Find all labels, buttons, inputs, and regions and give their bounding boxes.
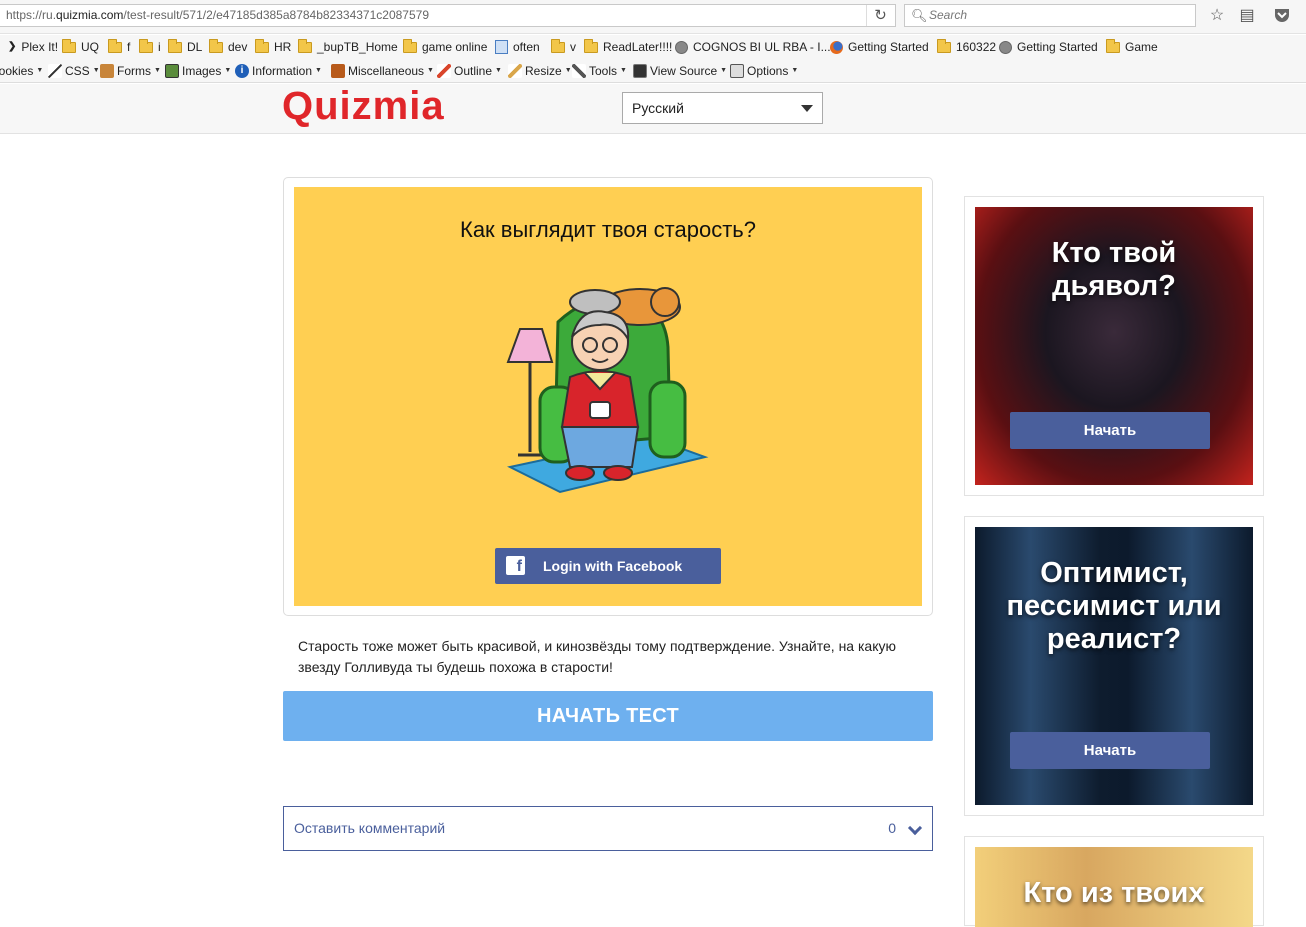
folder-icon	[168, 38, 182, 53]
bookmark-item[interactable]: Game	[1106, 35, 1158, 59]
facebook-icon: f	[506, 556, 525, 575]
web-developer-toolbar: Cookies▼ CSS▼ Forms▼ Images▼ iInformatio…	[0, 59, 1306, 83]
folder-icon	[584, 38, 598, 53]
dropdown-caret-icon	[801, 105, 813, 112]
folder-icon	[298, 38, 312, 53]
search-input[interactable]: 🔍︎ Search	[904, 4, 1196, 27]
webdev-menu-forms[interactable]: Forms ▼	[100, 59, 161, 83]
sidebar-quiz-image: Кто твой дьявол? Начать	[975, 207, 1253, 485]
site-logo[interactable]: Quizmia	[282, 84, 445, 128]
sidebar-start-button[interactable]: Начать	[1010, 732, 1210, 769]
chevron-down-icon	[907, 820, 923, 836]
bookmark-item[interactable]: often	[495, 35, 540, 59]
globe-icon	[999, 40, 1012, 54]
bookmark-item[interactable]: dev	[209, 35, 247, 59]
webdev-menu-images[interactable]: Images ▼	[165, 59, 231, 83]
comments-toggle[interactable]: Оставить комментарий 0	[283, 806, 933, 851]
address-bar[interactable]: https://ru.quizmia.com/test-result/571/2…	[0, 4, 896, 27]
folder-icon	[255, 38, 269, 53]
facebook-login-button[interactable]: f Login with Facebook	[495, 548, 721, 584]
sidebar-quiz-title: Кто твой дьявол?	[1051, 237, 1177, 302]
comments-label: Оставить комментарий	[294, 820, 446, 836]
folder-icon	[403, 38, 417, 53]
browser-toolbar: https://ru.quizmia.com/test-result/571/2…	[0, 0, 1306, 34]
grandmother-illustration	[506, 287, 709, 494]
reload-icon[interactable]: ↻	[866, 5, 894, 26]
search-icon: 🔍︎	[911, 8, 928, 23]
folder-icon	[139, 38, 153, 53]
folder-icon	[1106, 38, 1120, 53]
webdev-menu-miscellaneous[interactable]: Miscellaneous ▼	[331, 59, 434, 83]
tools-icon	[572, 64, 586, 78]
quiz-title: Как выглядит твоя старость?	[460, 217, 756, 242]
webdev-menu-cookies[interactable]: Cookies▼	[0, 59, 43, 83]
chevron-icon: ❯	[8, 41, 17, 52]
pocket-icon[interactable]	[1272, 6, 1292, 26]
bookmark-item[interactable]: COGNOS BI UL RBA - I...	[675, 35, 831, 59]
bookmark-item[interactable]: UQ	[62, 35, 99, 59]
folder-icon	[62, 38, 76, 53]
bookmark-star-icon[interactable]: ☆	[1207, 6, 1227, 26]
comments-count: 0	[888, 820, 896, 836]
clipboard-icon	[100, 64, 114, 78]
globe-icon	[675, 40, 688, 54]
sidebar-quiz-card[interactable]: Кто из твоих	[964, 836, 1264, 927]
folder-icon	[108, 38, 122, 53]
webdev-menu-tools[interactable]: Tools ▼	[572, 59, 627, 83]
pencil-icon	[437, 64, 451, 78]
bookmark-item[interactable]: Getting Started	[830, 35, 929, 59]
bookmark-item[interactable]: 160322	[937, 35, 996, 59]
info-icon: i	[235, 64, 249, 78]
sidebar-quiz-title: Кто из твоих	[1023, 877, 1205, 909]
bookmark-item[interactable]: game online	[403, 35, 487, 59]
book-icon	[331, 64, 345, 78]
bookmark-item[interactable]: _bupTB_Home	[298, 35, 398, 59]
bookmark-item[interactable]: v	[551, 35, 576, 59]
folder-icon	[937, 38, 951, 53]
bookmark-item[interactable]: ❯ Plex It!	[8, 35, 58, 59]
quiz-banner: Как выглядит твоя старость? f Login with…	[294, 187, 922, 606]
language-select[interactable]: Русский	[622, 92, 823, 124]
sidebar-quiz-image: Оптимист, пессимист или реалист? Начать	[975, 527, 1253, 805]
sidebar-quiz-card[interactable]: Оптимист, пессимист или реалист? Начать	[964, 516, 1264, 816]
bookmark-item[interactable]: HR	[255, 35, 291, 59]
webdev-menu-resize[interactable]: Resize ▼	[508, 59, 572, 83]
webdev-menu-css[interactable]: CSS ▼	[48, 59, 100, 83]
ruler-icon	[508, 64, 522, 78]
image-icon	[165, 64, 179, 78]
bookmark-item[interactable]: i	[139, 35, 161, 59]
monitor-icon	[633, 64, 647, 78]
wand-icon	[48, 64, 62, 78]
sidebar-quiz-card[interactable]: Кто твой дьявол? Начать	[964, 196, 1264, 496]
bookmark-item[interactable]: f	[108, 35, 130, 59]
webdev-menu-options[interactable]: Options ▼	[730, 59, 798, 83]
bookmark-item[interactable]: DL	[168, 35, 202, 59]
reading-list-icon[interactable]: ▤	[1237, 6, 1257, 26]
folder-icon	[551, 38, 565, 53]
options-icon	[730, 64, 744, 78]
sidebar-quiz-title: Оптимист, пессимист или реалист?	[1006, 557, 1222, 655]
start-test-button[interactable]: НАЧАТЬ ТЕСТ	[283, 691, 933, 741]
sidebar-start-button[interactable]: Начать	[1010, 412, 1210, 449]
folder-icon	[209, 38, 223, 53]
sidebar-quiz-image: Кто из твоих	[975, 847, 1253, 927]
webdev-menu-view-source[interactable]: View Source ▼	[633, 59, 727, 83]
webdev-menu-outline[interactable]: Outline ▼	[437, 59, 502, 83]
quiz-description: Старость тоже может быть красивой, и кин…	[298, 638, 896, 675]
bookmark-item[interactable]: Getting Started	[999, 35, 1098, 59]
bookmark-item[interactable]: ReadLater!!!!	[584, 35, 672, 59]
firefox-icon	[830, 40, 843, 54]
bookmarks-bar: ❯ Plex It! UQ f i DL dev HR _bupTB_Home g…	[0, 35, 1306, 59]
site-header: Quizmia Русский	[0, 84, 1306, 134]
page-icon	[495, 40, 508, 54]
quiz-card: Как выглядит твоя старость? f Login with…	[283, 177, 933, 616]
webdev-menu-information[interactable]: i Information ▼	[235, 59, 322, 83]
